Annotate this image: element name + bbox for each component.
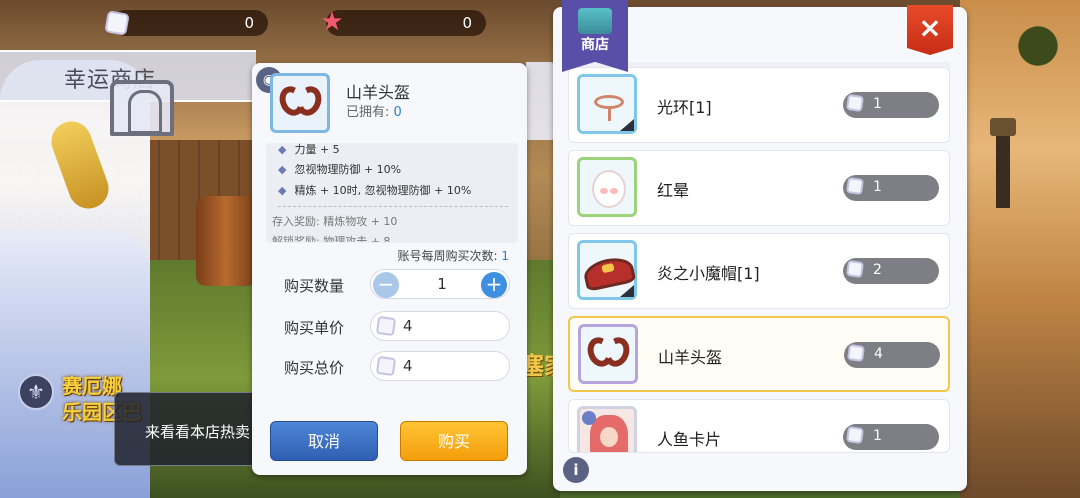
stat-text: 力量 + 5: [294, 143, 340, 156]
item-price: 4: [844, 342, 940, 368]
quantity-label: 购买数量: [284, 277, 345, 295]
item-thumbnail: [577, 74, 637, 134]
unit-price-field: 4: [370, 311, 510, 341]
item-name: 山羊头盔: [658, 348, 723, 367]
item-thumbnail: [577, 406, 637, 452]
item-price: 1: [843, 424, 939, 450]
magic-hat-icon: [581, 254, 637, 292]
cube-icon: [845, 259, 865, 279]
owned-value: 0: [393, 105, 402, 120]
cube-icon: [375, 315, 397, 337]
quantity-stepper: − 1 +: [370, 269, 510, 299]
npc-dialogue-text: 来看看本店热卖: [145, 423, 251, 441]
cancel-button[interactable]: 取消: [270, 421, 378, 461]
cube-icon: [845, 93, 865, 113]
shop-item-row-selected[interactable]: 山羊头盔 4: [568, 316, 950, 392]
weekly-label: 账号每周购买次数:: [397, 249, 498, 263]
background-right-scene: [960, 0, 1080, 498]
item-price-value: 1: [873, 96, 882, 112]
item-name: 炎之小魔帽[1]: [657, 264, 760, 283]
shop-item-row[interactable]: 人鱼卡片 1: [568, 399, 950, 453]
background-palm: [1010, 10, 1080, 70]
item-preview-frame: [270, 73, 330, 133]
shop-item-row[interactable]: 炎之小魔帽[1] 2: [568, 233, 950, 309]
item-stats-box[interactable]: ◆ 力量 + 5 ◆ 忽视物理防御 + 10% ◆ 精炼 + 10时, 忽视物理防御 …: [266, 143, 518, 243]
item-thumbnail: [578, 324, 638, 384]
cube-icon: [104, 10, 130, 36]
cube-currency-bar: 0: [104, 10, 268, 36]
mermaid-card-icon: [590, 415, 628, 452]
item-name: 光环[1]: [657, 98, 712, 117]
star-currency-bar: ★ 0: [320, 8, 486, 36]
item-price: 1: [843, 92, 939, 118]
fleur-de-lis-icon: ⚜: [18, 374, 54, 410]
item-price-value: 1: [873, 428, 882, 444]
quantity-value: 1: [437, 275, 447, 293]
item-title: 山羊头盔: [346, 83, 411, 102]
stat-text: 精炼 + 10时, 忽视物理防御 + 10%: [294, 184, 472, 197]
close-button[interactable]: ×: [907, 5, 953, 55]
card-badge-icon: [582, 411, 596, 425]
item-price-value: 4: [874, 346, 883, 362]
star-icon: ★: [320, 7, 344, 37]
item-price: 1: [843, 175, 939, 201]
background-lamp: [990, 118, 1016, 208]
item-thumbnail: [577, 157, 637, 217]
weekly-value: 1: [501, 249, 509, 263]
npc-dialogue-box[interactable]: 来看看本店热卖: [114, 392, 264, 466]
minus-button[interactable]: −: [373, 272, 399, 298]
total-price-field: 4: [370, 351, 510, 381]
slot-corner-icon: [620, 119, 634, 131]
item-detail-panel: ◉ 山羊头盔 已拥有: 0 ◆ 力量 + 5 ◆ 忽视物理防御 + 10% ◆ 精炼 …: [252, 63, 527, 475]
info-icon[interactable]: i: [563, 457, 589, 483]
stat-line: ◆ 精炼 + 10时, 忽视物理防御 + 10%: [278, 184, 472, 197]
blush-icon: [592, 170, 626, 208]
item-price-value: 2: [873, 262, 882, 278]
halo-icon-stem: [608, 107, 611, 121]
banner-edge: [526, 62, 556, 140]
slot-corner-icon: [620, 285, 634, 297]
item-thumbnail: [577, 240, 637, 300]
plus-button[interactable]: +: [481, 272, 507, 298]
total-price-label: 购买总价: [284, 359, 345, 377]
cube-icon: [375, 355, 397, 377]
divider: [278, 206, 508, 207]
unit-price-value: 4: [403, 317, 413, 335]
item-price-value: 1: [873, 179, 882, 195]
item-name: 人鱼卡片: [657, 430, 722, 449]
shop-item-row[interactable]: 光环[1] 1: [568, 67, 950, 143]
stat-line: ◆ 忽视物理防御 + 10%: [278, 163, 402, 176]
shop-stall-icon: [578, 8, 612, 34]
owned-count: 已拥有: 0: [346, 101, 402, 120]
item-price: 2: [843, 258, 939, 284]
item-name: 红晕: [657, 181, 690, 200]
npc-name-line1: 赛厄娜: [62, 374, 122, 398]
cube-icon: [846, 343, 866, 363]
star-currency-value: 0: [462, 14, 472, 32]
unit-price-label: 购买单价: [284, 319, 345, 337]
buy-button[interactable]: 购买: [400, 421, 508, 461]
weekly-purchase-limit: 账号每周购买次数: 1: [397, 247, 509, 264]
portal-icon: [110, 80, 174, 136]
background-barrel: [196, 196, 256, 286]
shop-item-row[interactable]: 红晕 1: [568, 150, 950, 226]
unlock-reward: 解锁奖励: 物理攻击 + 8: [272, 235, 391, 248]
owned-label: 已拥有:: [346, 105, 390, 120]
total-price-value: 4: [403, 357, 413, 375]
shop-tab-label: 商店: [581, 37, 609, 53]
cube-icon: [845, 425, 865, 445]
cube-icon: [845, 176, 865, 196]
stat-line: ◆ 力量 + 5: [278, 143, 340, 156]
stat-text: 忽视物理防御 + 10%: [294, 163, 402, 176]
store-reward: 存入奖励: 精炼物攻 + 10: [272, 215, 398, 228]
cube-currency-value: 0: [244, 14, 254, 32]
